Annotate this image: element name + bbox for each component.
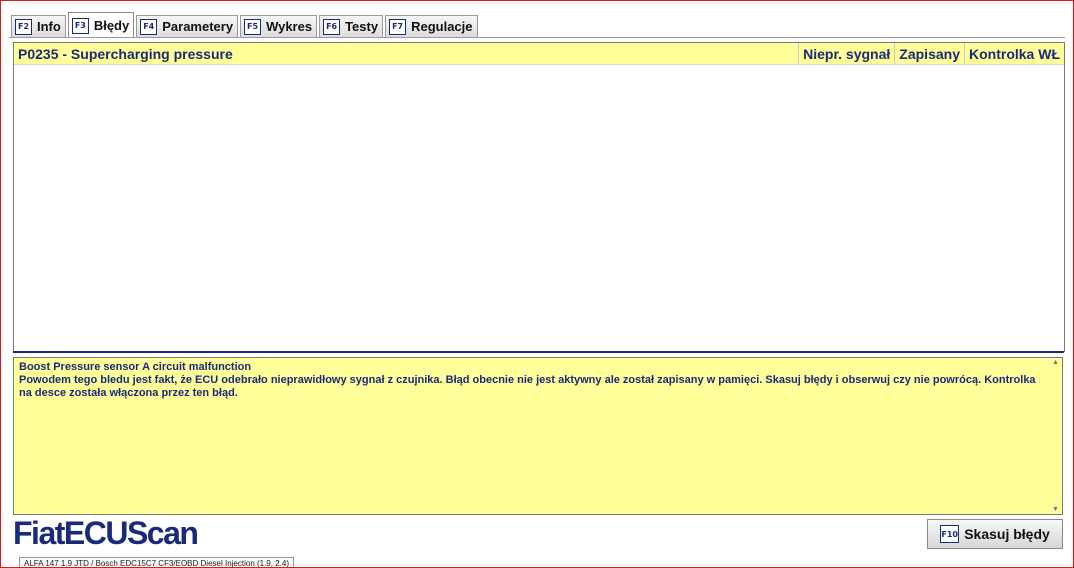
splitter[interactable] xyxy=(13,351,1064,353)
tab-label: Błędy xyxy=(93,18,130,33)
f5-key-icon: F5 xyxy=(244,18,262,35)
tab-wykres[interactable]: F5 Wykres xyxy=(240,15,318,37)
tab-strip-divider xyxy=(9,37,1065,38)
tab-label: Testy xyxy=(345,19,379,34)
f6-key-icon: F6 xyxy=(323,18,341,35)
scroll-up-arrow-icon[interactable]: ▲ xyxy=(1052,359,1059,366)
fiatecuscan-logo: FiatECUScan xyxy=(13,515,199,551)
description-scrollbar[interactable]: ▲ ▼ xyxy=(1051,358,1062,514)
f2-key-icon: F2 xyxy=(15,18,32,35)
tab-label: Regulacje xyxy=(411,19,473,34)
tab-testy[interactable]: F6 Testy xyxy=(319,15,384,37)
app-window: F2 Info F3 Błędy F4 Parametery F5 Wykres… xyxy=(0,0,1074,568)
clear-errors-label: Skasuj błędy xyxy=(964,526,1050,542)
description-title: Boost Pressure sensor A circuit malfunct… xyxy=(19,361,252,373)
tab-label: Info xyxy=(37,19,61,34)
clear-errors-button[interactable]: F10 Skasuj błędy xyxy=(927,519,1063,549)
f3-key-icon: F3 xyxy=(71,17,89,34)
column-header-niepr-sygnal: Niepr. sygnał xyxy=(798,43,894,64)
tab-bledy[interactable]: F3 Błędy xyxy=(67,12,135,38)
error-code-cell: P0235 - Supercharging pressure xyxy=(18,45,233,62)
scroll-down-arrow-icon[interactable]: ▼ xyxy=(1052,506,1059,513)
tab-info[interactable]: F2 Info xyxy=(11,15,66,37)
tab-label: Parametery xyxy=(162,19,234,34)
error-description-panel: Boost Pressure sensor A circuit malfunct… xyxy=(13,357,1063,515)
f10-key-icon: F10 xyxy=(940,525,960,543)
tab-label: Wykres xyxy=(266,19,313,34)
tab-parametery[interactable]: F4 Parametery xyxy=(136,15,239,37)
status-bar: ALFA 147 1.9 JTD / Bosch EDC15C7 CF3/EOB… xyxy=(19,557,295,567)
column-header-zapisany: Zapisany xyxy=(894,43,964,64)
f4-key-icon: F4 xyxy=(140,18,158,35)
description-body: Powodem tego bledu jest fakt, że ECU ode… xyxy=(19,374,1036,399)
tab-regulacje[interactable]: F7 Regulacje xyxy=(385,15,478,37)
column-header-kontrolka: Kontrolka WŁ xyxy=(964,43,1064,64)
table-row[interactable]: P0235 - Supercharging pressure Niepr. sy… xyxy=(14,43,1064,65)
tab-bar: F2 Info F3 Błędy F4 Parametery F5 Wykres… xyxy=(11,11,480,38)
f7-key-icon: F7 xyxy=(389,18,407,35)
error-list[interactable]: P0235 - Supercharging pressure Niepr. sy… xyxy=(13,42,1065,352)
